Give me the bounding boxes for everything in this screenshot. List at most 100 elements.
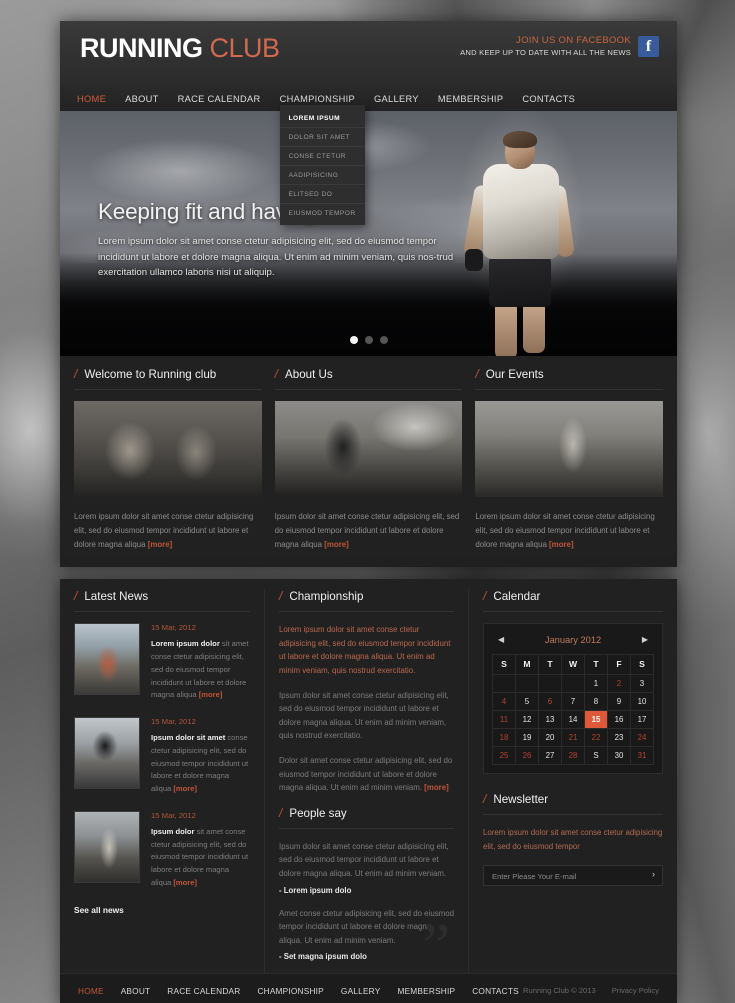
dropdown-item-dolor-sit-amet[interactable]: DOLOR SIT AMET bbox=[279, 128, 365, 147]
slider-dot-2[interactable] bbox=[364, 336, 373, 344]
footer-link-about[interactable]: ABOUT bbox=[121, 986, 151, 996]
calendar-day[interactable]: 5 bbox=[515, 692, 539, 712]
nav-link-membership[interactable]: MEMBERSHIP bbox=[438, 94, 504, 104]
calendar-day[interactable]: 9 bbox=[607, 692, 631, 712]
nav-link-home[interactable]: HOME bbox=[77, 94, 106, 104]
nav-link-championship[interactable]: CHAMPIONSHIP bbox=[280, 94, 355, 104]
feature-more-link-about[interactable]: [more] bbox=[324, 540, 349, 549]
calendar-day[interactable]: 31 bbox=[630, 746, 654, 766]
footer-link-membership[interactable]: MEMBERSHIP bbox=[397, 986, 455, 996]
dropdown-item-conse-ctetur[interactable]: CONSE CTETUR bbox=[279, 147, 365, 166]
feature-heading-welcome: / Welcome to Running club bbox=[74, 367, 262, 390]
feature-column-events: / Our Events Lorem ipsum dolor sit amet … bbox=[475, 367, 664, 551]
calendar-day[interactable]: 14 bbox=[561, 710, 585, 730]
calendar-next-icon[interactable]: ▶ bbox=[642, 636, 648, 644]
calendar-day[interactable]: 27 bbox=[538, 746, 562, 766]
news-thumbnail[interactable] bbox=[74, 623, 140, 696]
calendar-day[interactable]: 26 bbox=[515, 746, 539, 766]
news-more-link[interactable]: [more] bbox=[199, 690, 223, 699]
calendar-weekday: S bbox=[630, 654, 654, 676]
dropdown-item-elitsed-do[interactable]: ELITSED DO bbox=[279, 185, 365, 204]
feature-more-link-events[interactable]: [more] bbox=[549, 540, 574, 549]
calendar-day[interactable]: 6 bbox=[538, 692, 562, 712]
news-list-item[interactable]: 15 Mar, 2012 Ipsum dolor sit amet conse … bbox=[74, 717, 250, 796]
calendar-day[interactable]: 19 bbox=[515, 728, 539, 748]
feature-image-welcome[interactable] bbox=[74, 401, 262, 497]
calendar-day[interactable]: 28 bbox=[561, 746, 585, 766]
facebook-line-1: JOIN US ON FACEBOOK bbox=[516, 35, 631, 46]
calendar-day[interactable]: 4 bbox=[492, 692, 516, 712]
nav-link-contacts[interactable]: CONTACTS bbox=[522, 94, 575, 104]
see-all-news-link[interactable]: See all news bbox=[74, 905, 250, 915]
calendar-prev-icon[interactable]: ◀ bbox=[498, 636, 504, 644]
calendar-day[interactable]: 16 bbox=[607, 710, 631, 730]
calendar-day[interactable]: 18 bbox=[492, 728, 516, 748]
calendar-day[interactable]: 23 bbox=[607, 728, 631, 748]
news-more-link[interactable]: [more] bbox=[173, 878, 197, 887]
nav-item-race-calendar: RACE CALENDAR bbox=[178, 89, 261, 107]
lower-panel: / Latest News 15 Mar, 2012 Lorem ipsum d… bbox=[60, 579, 677, 1003]
calendar-day-selected[interactable]: 15 bbox=[584, 710, 608, 730]
testimonial-text: Ipsum dolor sit amet conse ctetur adipis… bbox=[279, 841, 449, 878]
feature-body-about: Ipsum dolor sit amet conse ctetur adipis… bbox=[274, 512, 460, 549]
slider-dot-3[interactable] bbox=[379, 336, 388, 344]
footer-link-contacts[interactable]: CONTACTS bbox=[472, 986, 519, 996]
calendar-day[interactable]: 2 bbox=[607, 674, 631, 694]
logo-secondary: CLUB bbox=[202, 33, 281, 63]
calendar-day[interactable]: 21 bbox=[561, 728, 585, 748]
feature-image-events[interactable] bbox=[475, 401, 664, 497]
calendar-week-row: 123 bbox=[492, 674, 654, 694]
facebook-icon[interactable]: f bbox=[638, 36, 659, 58]
feature-heading-about: / About Us bbox=[274, 367, 463, 390]
feature-more-link-welcome[interactable]: [more] bbox=[148, 540, 173, 549]
calendar-day[interactable]: 25 bbox=[492, 746, 516, 766]
site-logo[interactable]: RUNNING CLUB bbox=[80, 35, 280, 62]
championship-more-link[interactable]: [more] bbox=[424, 783, 449, 792]
calendar-day[interactable]: 24 bbox=[630, 728, 654, 748]
news-more-link[interactable]: [more] bbox=[173, 784, 197, 793]
news-thumbnail[interactable] bbox=[74, 717, 140, 789]
calendar-weekday: T bbox=[538, 654, 562, 676]
newsletter-email-input[interactable] bbox=[484, 867, 662, 887]
championship-title: Championship bbox=[289, 590, 364, 604]
newsletter-submit-icon[interactable]: › bbox=[652, 870, 655, 879]
footer-link-gallery[interactable]: GALLERY bbox=[341, 986, 381, 996]
calendar-day[interactable]: 17 bbox=[630, 710, 654, 730]
feature-title-events: Our Events bbox=[485, 368, 544, 381]
calendar-day[interactable]: 20 bbox=[538, 728, 562, 748]
dropdown-item-lorem-ipsum[interactable]: LOREM IPSUM bbox=[279, 109, 365, 128]
feature-text-about: Ipsum dolor sit amet conse ctetur adipis… bbox=[275, 510, 463, 551]
facebook-promo-text: JOIN US ON FACEBOOK AND KEEP UP TO DATE … bbox=[460, 35, 631, 58]
calendar-day[interactable]: 7 bbox=[561, 692, 585, 712]
news-thumbnail[interactable] bbox=[74, 810, 140, 883]
nav-link-about[interactable]: ABOUT bbox=[125, 94, 159, 104]
footer-link-championship[interactable]: CHAMPIONSHIP bbox=[257, 986, 323, 996]
slider-dot-1[interactable] bbox=[349, 336, 358, 344]
calendar-day[interactable]: 1 bbox=[584, 674, 608, 694]
calendar-day[interactable]: 13 bbox=[538, 710, 562, 730]
calendar-day[interactable]: 30 bbox=[607, 746, 631, 766]
footer-link-race-calendar[interactable]: RACE CALENDAR bbox=[167, 986, 240, 996]
calendar-day[interactable]: 11 bbox=[492, 710, 516, 730]
facebook-promo[interactable]: JOIN US ON FACEBOOK AND KEEP UP TO DATE … bbox=[460, 35, 659, 58]
feature-image-about[interactable] bbox=[274, 401, 463, 497]
calendar-day[interactable]: 3 bbox=[630, 674, 654, 694]
dropdown-item-eiusmod-tempor[interactable]: EIUSMOD TEMPOR bbox=[280, 204, 365, 222]
nav-link-gallery[interactable]: GALLERY bbox=[374, 94, 419, 104]
footer-privacy-policy-link[interactable]: Privacy Policy bbox=[612, 986, 659, 995]
lower-columns: / Latest News 15 Mar, 2012 Lorem ipsum d… bbox=[60, 579, 677, 977]
calendar-day[interactable]: 22 bbox=[584, 728, 608, 748]
feature-text-events: Lorem ipsum dolor sit amet conse ctetur … bbox=[475, 510, 663, 551]
dropdown-item-aadipisicing[interactable]: AADIPISICING bbox=[279, 166, 365, 185]
calendar-day[interactable]: 10 bbox=[630, 692, 654, 712]
news-list-item[interactable]: 15 Mar, 2012 Lorem ipsum dolor sit amet … bbox=[74, 623, 250, 702]
calendar-day[interactable]: S bbox=[584, 746, 608, 766]
calendar-day[interactable]: 8 bbox=[584, 692, 608, 712]
calendar-day[interactable]: 12 bbox=[515, 710, 539, 730]
slash-icon: / bbox=[475, 367, 479, 381]
feature-heading-events: / Our Events bbox=[475, 367, 664, 390]
footer-link-home[interactable]: HOME bbox=[78, 986, 104, 996]
nav-link-race-calendar[interactable]: RACE CALENDAR bbox=[178, 94, 261, 104]
news-list-item[interactable]: 15 Mar, 2012 Ipsum dolor sit amet conse … bbox=[74, 810, 250, 890]
hero-slider: Keeping fit and having fun Lorem ipsum d… bbox=[60, 111, 677, 356]
